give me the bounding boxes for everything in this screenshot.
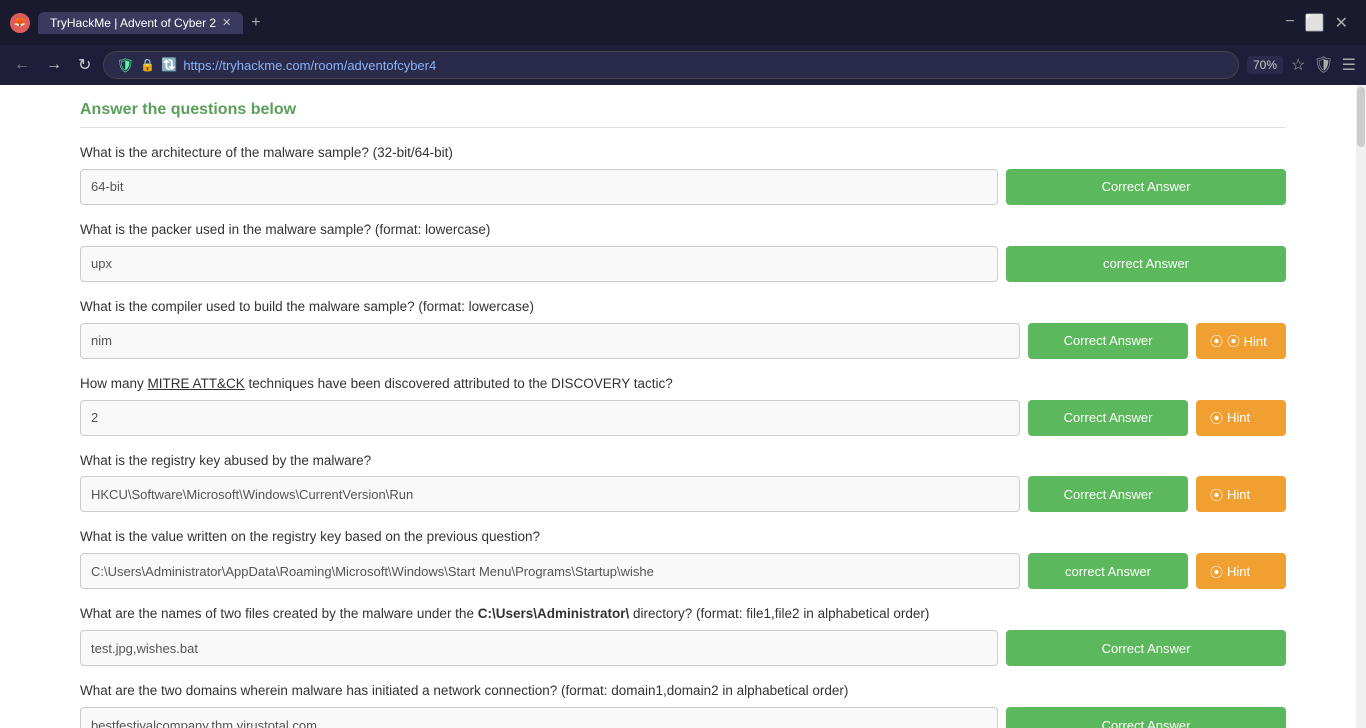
active-tab[interactable]: TryHackMe | Advent of Cyber 2 ✕ <box>38 12 243 34</box>
forward-button[interactable]: → <box>42 54 66 76</box>
maximize-button[interactable]: ⬜ <box>1305 13 1325 33</box>
bookmark-icon[interactable]: ☆ <box>1291 55 1305 75</box>
refresh-button[interactable]: ↻ <box>74 53 95 77</box>
correct-answer-btn-q8[interactable]: Correct Answer <box>1006 707 1286 728</box>
window-controls: 🦊 <box>10 13 30 33</box>
hint-btn-q3[interactable]: ⦿ ⦿ Hint <box>1196 323 1286 359</box>
question-text-q2: What is the packer used in the malware s… <box>80 221 1286 240</box>
tracking-protection-icon: 🔃 <box>161 57 177 73</box>
question-block-q2: What is the packer used in the malware s… <box>80 221 1286 282</box>
answer-input-q6[interactable] <box>80 553 1020 589</box>
close-button[interactable]: ✕ <box>1335 13 1348 33</box>
window-action-buttons[interactable]: − ⬜ ✕ <box>1285 13 1356 33</box>
answer-input-q3[interactable] <box>80 323 1020 359</box>
answer-input-q8[interactable] <box>80 707 998 728</box>
security-shield-icon: 🛡 <box>116 57 134 74</box>
question-block-q1: What is the architecture of the malware … <box>80 144 1286 205</box>
page-content: Answer the questions below What is the a… <box>0 85 1366 728</box>
question-text-q3: What is the compiler used to build the m… <box>80 298 1286 317</box>
zoom-level: 70% <box>1247 56 1283 74</box>
answer-row-q2: correct Answer <box>80 246 1286 282</box>
correct-answer-btn-q5[interactable]: Correct Answer <box>1028 476 1188 512</box>
question-block-q7: What are the names of two files created … <box>80 605 1286 666</box>
question-block-q3: What is the compiler used to build the m… <box>80 298 1286 359</box>
hint-btn-q6[interactable]: ⦿ Hint <box>1196 553 1286 589</box>
correct-answer-btn-q4[interactable]: Correct Answer <box>1028 400 1188 436</box>
browser-icon: 🦊 <box>10 13 30 33</box>
hint-icon-q4: ⦿ <box>1210 408 1223 427</box>
question-text-q1: What is the architecture of the malware … <box>80 144 1286 163</box>
tab-bar: TryHackMe | Advent of Cyber 2 ✕ + − ⬜ ✕ <box>38 12 1356 34</box>
answer-row-q6: correct Answer ⦿ Hint <box>80 553 1286 589</box>
answer-input-q7[interactable] <box>80 630 998 666</box>
question-text-q6: What is the value written on the registr… <box>80 528 1286 547</box>
question-text-q7: What are the names of two files created … <box>80 605 1286 624</box>
question-text-q4: How many MITRE ATT&CK techniques have be… <box>80 375 1286 394</box>
answer-row-q1: Correct Answer <box>80 169 1286 205</box>
answer-row-q8: Correct Answer <box>80 707 1286 728</box>
correct-answer-btn-q3[interactable]: Correct Answer <box>1028 323 1188 359</box>
scrollbar-thumb[interactable] <box>1357 87 1365 147</box>
correct-answer-btn-q7[interactable]: Correct Answer <box>1006 630 1286 666</box>
question-block-q4: How many MITRE ATT&CK techniques have be… <box>80 375 1286 436</box>
answer-input-q2[interactable] <box>80 246 998 282</box>
url-text: https://tryhackme.com/room/adventofcyber… <box>183 58 436 73</box>
scrollbar-track <box>1356 85 1366 728</box>
hint-icon-q3: ⦿ <box>1210 331 1223 350</box>
navigation-bar: ← → ↻ 🛡 🔒 🔃 https://tryhackme.com/room/a… <box>0 45 1366 85</box>
question-block-q8: What are the two domains wherein malware… <box>80 682 1286 728</box>
new-tab-button[interactable]: + <box>247 14 264 32</box>
mitre-link: MITRE ATT&CK <box>148 376 245 391</box>
correct-answer-btn-q1[interactable]: Correct Answer <box>1006 169 1286 205</box>
correct-answer-btn-q6[interactable]: correct Answer <box>1028 553 1188 589</box>
menu-icon[interactable]: ☰ <box>1342 55 1356 75</box>
question-text-q5: What is the registry key abused by the m… <box>80 452 1286 471</box>
hint-btn-q5[interactable]: ⦿ Hint <box>1196 476 1286 512</box>
hint-icon-q6: ⦿ <box>1210 562 1223 581</box>
section-header: Answer the questions below <box>80 101 1286 128</box>
hint-icon-q5: ⦿ <box>1210 485 1223 504</box>
answer-row-q7: Correct Answer <box>80 630 1286 666</box>
highlight-path-q7: C:\Users\Administrator\ <box>478 606 630 621</box>
address-bar[interactable]: 🛡 🔒 🔃 https://tryhackme.com/room/advento… <box>103 51 1239 79</box>
tab-close-button[interactable]: ✕ <box>222 16 231 29</box>
tab-label: TryHackMe | Advent of Cyber 2 <box>50 16 216 30</box>
question-block-q6: What is the value written on the registr… <box>80 528 1286 589</box>
answer-row-q3: Correct Answer ⦿ ⦿ Hint <box>80 323 1286 359</box>
correct-answer-btn-q2[interactable]: correct Answer <box>1006 246 1286 282</box>
answer-input-q1[interactable] <box>80 169 998 205</box>
question-block-q5: What is the registry key abused by the m… <box>80 452 1286 513</box>
answer-input-q4[interactable] <box>80 400 1020 436</box>
hint-btn-q4[interactable]: ⦿ Hint <box>1196 400 1286 436</box>
answer-input-q5[interactable] <box>80 476 1020 512</box>
back-button[interactable]: ← <box>10 54 34 76</box>
browser-title-bar: 🦊 TryHackMe | Advent of Cyber 2 ✕ + − ⬜ … <box>0 0 1366 45</box>
answer-row-q5: Correct Answer ⦿ Hint <box>80 476 1286 512</box>
question-text-q8: What are the two domains wherein malware… <box>80 682 1286 701</box>
answer-row-q4: Correct Answer ⦿ Hint <box>80 400 1286 436</box>
lock-icon: 🔒 <box>140 58 155 72</box>
minimize-button[interactable]: − <box>1285 13 1294 33</box>
shield-badge-icon[interactable]: 🛡 <box>1313 55 1333 75</box>
